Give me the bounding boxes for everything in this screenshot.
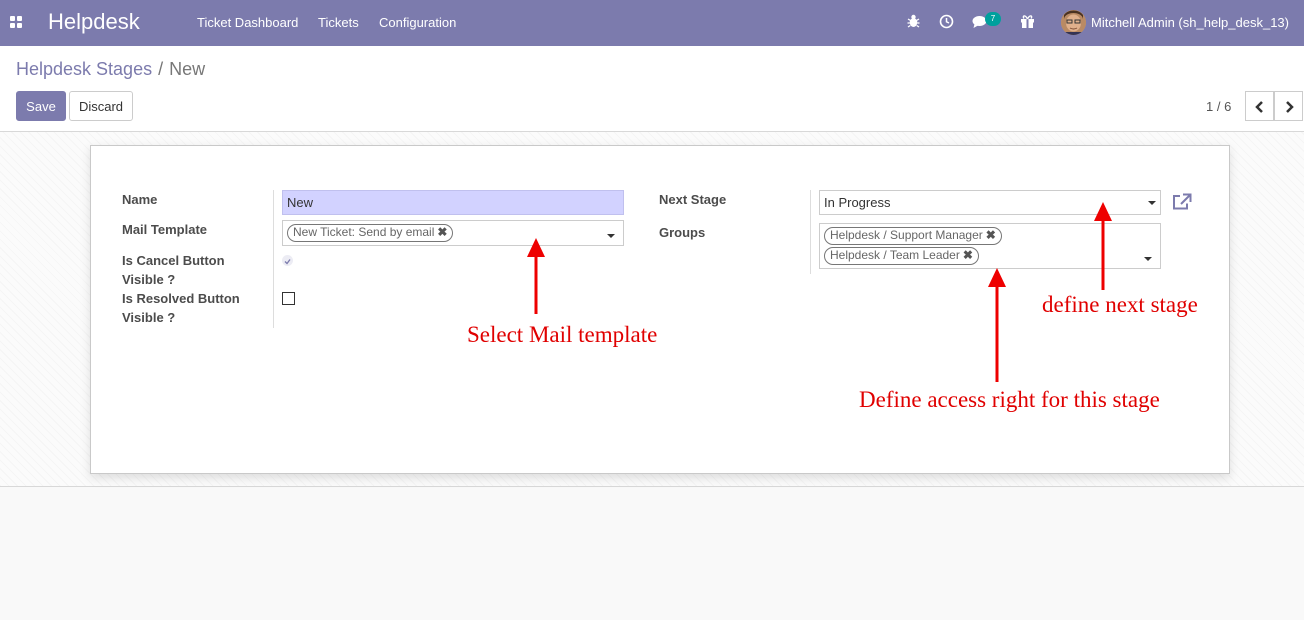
- discard-button[interactable]: Discard: [69, 91, 133, 121]
- arrow-up-icon: [527, 238, 545, 314]
- cancel-label-line2: Visible ?: [122, 272, 176, 287]
- app-brand[interactable]: Helpdesk: [48, 9, 140, 35]
- menu-configuration[interactable]: Configuration: [379, 15, 456, 30]
- control-panel: Helpdesk Stages / New Save Discard 1 / 6: [0, 46, 1304, 132]
- label-divider: [273, 190, 274, 328]
- annotation-groups: Define access right for this stage: [859, 387, 1160, 412]
- remove-tag-icon[interactable]: ✖: [963, 248, 973, 262]
- groups-label: Groups: [659, 225, 706, 240]
- annotation-mail-template: Select Mail template: [467, 322, 658, 347]
- apps-grid-icon[interactable]: [10, 16, 23, 29]
- chevron-down-icon[interactable]: [1148, 201, 1156, 205]
- breadcrumb-separator: /: [158, 59, 164, 79]
- notification-badge: 7: [985, 12, 1001, 26]
- chevron-down-icon[interactable]: [607, 234, 615, 238]
- user-avatar[interactable]: [1061, 10, 1086, 35]
- chevron-right-icon: [1286, 101, 1294, 113]
- check-icon: [284, 259, 291, 265]
- annotation-next-stage: define next stage: [1042, 292, 1198, 317]
- chevron-left-icon: [1255, 101, 1263, 113]
- menu-tickets[interactable]: Tickets: [318, 15, 359, 30]
- clock-icon[interactable]: [939, 13, 954, 32]
- arrow-up-icon: [988, 268, 1006, 382]
- top-navbar: Helpdesk Ticket Dashboard Tickets Config…: [0, 0, 1304, 46]
- cancel-button-visible-label: Is Cancel Button Visible ?: [122, 251, 225, 289]
- bug-icon[interactable]: [907, 13, 920, 32]
- pager-next-button[interactable]: [1274, 91, 1303, 121]
- resolved-button-visible-checkbox[interactable]: [282, 292, 295, 305]
- next-stage-label: Next Stage: [659, 192, 727, 207]
- mail-template-tag: New Ticket: Send by email ✖: [287, 224, 454, 242]
- group-tag: Helpdesk / Support Manager ✖: [824, 227, 1002, 245]
- mail-template-field[interactable]: New Ticket: Send by email ✖: [282, 220, 624, 246]
- pager-previous-button[interactable]: [1245, 91, 1274, 121]
- name-label: Name: [122, 192, 158, 207]
- breadcrumb-helpdesk-stages[interactable]: Helpdesk Stages: [16, 59, 152, 79]
- resolved-label-line2: Visible ?: [122, 310, 176, 325]
- label-divider-right: [810, 190, 811, 274]
- user-name[interactable]: Mitchell Admin (sh_help_desk_13): [1091, 15, 1289, 30]
- cancel-button-visible-checkbox[interactable]: [282, 255, 293, 266]
- menu-ticket-dashboard[interactable]: Ticket Dashboard: [197, 15, 298, 30]
- save-button[interactable]: Save: [16, 91, 66, 121]
- remove-tag-icon[interactable]: ✖: [986, 228, 996, 242]
- breadcrumb: Helpdesk Stages / New: [16, 59, 205, 80]
- pager-value[interactable]: 1 / 6: [1206, 99, 1231, 114]
- name-input[interactable]: New: [282, 190, 624, 215]
- remove-tag-icon[interactable]: ✖: [437, 225, 447, 239]
- gift-icon[interactable]: [1020, 13, 1035, 32]
- breadcrumb-current: New: [169, 59, 206, 79]
- resolved-label-line1: Is Resolved Button: [122, 291, 240, 306]
- group-tag: Helpdesk / Team Leader ✖: [824, 247, 979, 265]
- arrow-up-icon: [1094, 202, 1112, 290]
- external-link-icon[interactable]: [1172, 193, 1192, 214]
- resolved-button-visible-label: Is Resolved Button Visible ?: [122, 289, 240, 327]
- chevron-down-icon[interactable]: [1144, 257, 1152, 261]
- mail-template-label: Mail Template: [122, 222, 208, 237]
- cancel-label-line1: Is Cancel Button: [122, 253, 225, 268]
